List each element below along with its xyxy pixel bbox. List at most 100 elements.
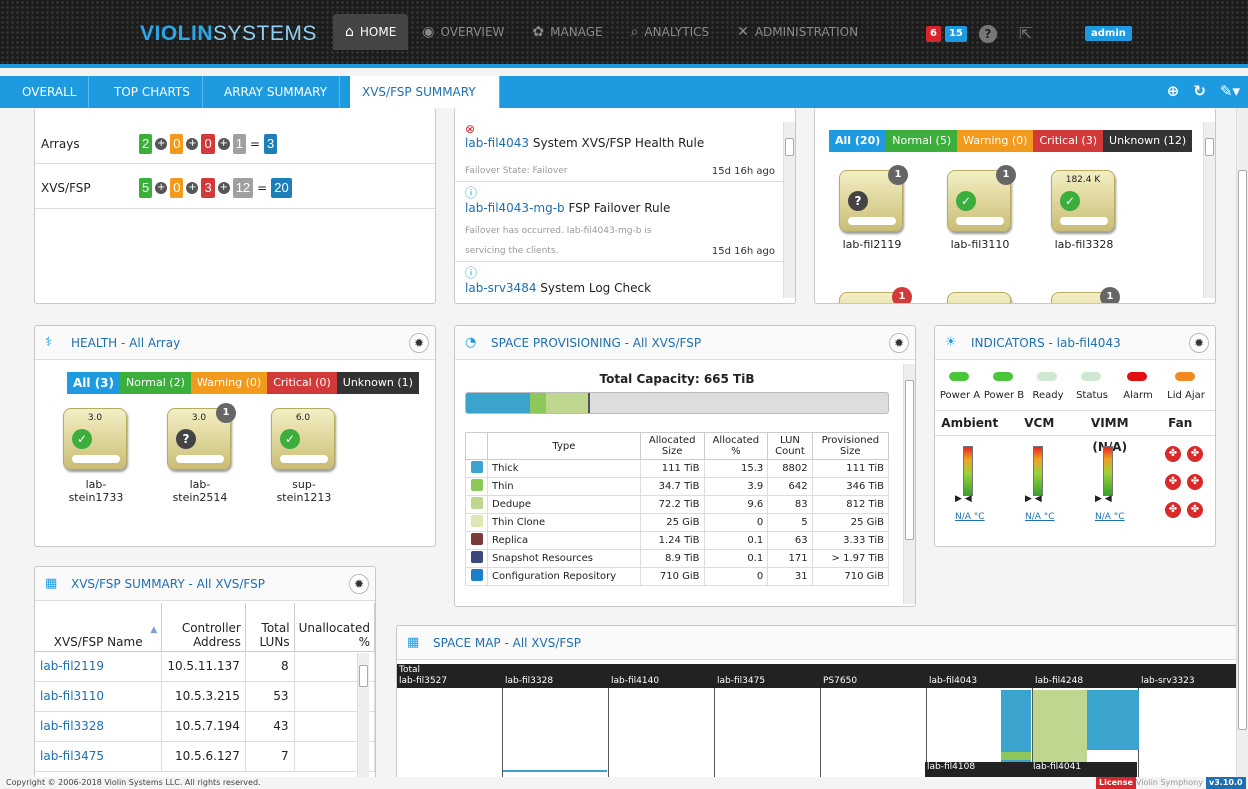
event-item[interactable]: ⊗ lab-fil4043 System XVS/FSP Health Rule [465, 122, 704, 150]
vimm-temp[interactable]: N/A °C [1095, 512, 1125, 522]
refresh-icon[interactable]: ↻ [1193, 82, 1206, 100]
add-icon[interactable]: ⊕ [1167, 82, 1180, 100]
map-column[interactable] [821, 688, 927, 779]
filter-warning[interactable]: Warning (0) [957, 130, 1034, 152]
map-column[interactable] [609, 688, 715, 779]
nav-overview[interactable]: ◉ OVERVIEW [408, 14, 518, 50]
gear-icon[interactable]: ✹ [349, 574, 369, 594]
col-allocated-size[interactable]: Allocated Size [639, 432, 705, 460]
map-block[interactable] [1001, 752, 1031, 760]
table-row[interactable]: Replica 1.24 TiB 0.1 63 3.33 TiB [465, 531, 890, 550]
col-provisioned-size[interactable]: Provisioned Size [811, 432, 890, 460]
col-unallocated[interactable]: Unallocated % [294, 603, 375, 652]
table-row[interactable]: Snapshot Resources 8.9 TiB 0.1 171 > 1.97 Ti… [465, 549, 890, 568]
page-scrollbar[interactable] [1236, 108, 1248, 777]
vcm-temp[interactable]: N/A °C [1025, 512, 1055, 522]
device-tile[interactable]: ✓ 1 [947, 165, 1016, 232]
col-xvs-name[interactable]: ▲ XVS/FSP Name [35, 603, 163, 652]
col-total-luns[interactable]: Total LUNs [245, 603, 295, 652]
scrollbar[interactable] [357, 653, 369, 779]
event-item[interactable]: ⓘ lab-srv3484 System Log Check [465, 264, 651, 295]
table-row[interactable]: lab-fil2119 10.5.11.137 8 [35, 651, 375, 682]
device-tile[interactable]: ? 1 [839, 165, 908, 232]
device-tile[interactable]: 1 [839, 287, 912, 303]
gear-icon[interactable]: ✹ [1189, 333, 1209, 353]
map-column[interactable] [1139, 688, 1245, 779]
map-block[interactable] [1087, 690, 1139, 750]
table-row[interactable]: Dedupe 72.2 TiB 9.6 83 812 TiB [465, 495, 890, 514]
col-controller-address[interactable]: Controller Address [161, 603, 246, 652]
device-tile[interactable]: 6.0 ✓ [271, 408, 335, 470]
gear-icon[interactable]: ✹ [889, 333, 909, 353]
count-critical[interactable]: 0 [201, 133, 215, 154]
nav-home[interactable]: ⌂ HOME [333, 14, 409, 50]
xvs-filter: All (20) Normal (5) Warning (0) Critical… [829, 130, 1193, 152]
ambient-temp[interactable]: N/A °C [955, 512, 985, 522]
xvs-link[interactable]: lab-fil3328 [40, 719, 104, 733]
map-column[interactable] [503, 688, 609, 779]
count-normal[interactable]: 2 [139, 133, 153, 154]
tab-array-summary[interactable]: ARRAY SUMMARY [212, 76, 341, 108]
nav-analytics[interactable]: ⌕ ANALYTICS [617, 14, 724, 50]
filter-warning[interactable]: Warning (0) [190, 372, 268, 394]
magic-wand-icon[interactable]: ✎▾ [1220, 82, 1240, 100]
device-tile[interactable]: 3.0? 1 [167, 403, 236, 470]
filter-all[interactable]: All (3) [67, 372, 121, 394]
tab-overall[interactable]: OVERALL [12, 76, 90, 108]
col-lun-count[interactable]: LUN Count [767, 432, 813, 460]
scrollbar[interactable] [1203, 122, 1215, 298]
filter-unknown[interactable]: Unknown (1) [336, 372, 419, 394]
nav-manage[interactable]: ✿ MANAGE [518, 14, 616, 50]
event-link[interactable]: lab-srv3484 [465, 281, 536, 295]
count-warning[interactable]: 0 [170, 133, 184, 154]
license-button[interactable]: License [1096, 777, 1136, 789]
col-type[interactable]: Type [487, 432, 641, 460]
scrollbar[interactable] [903, 364, 915, 604]
map-column[interactable] [397, 688, 503, 779]
count-total[interactable]: 3 [264, 133, 278, 154]
map-block[interactable] [503, 770, 607, 772]
table-row[interactable]: Thin 34.7 TiB 3.9 642 346 TiB [465, 477, 890, 496]
count-total[interactable]: 20 [271, 178, 292, 198]
event-link[interactable]: lab-fil4043-mg-b [465, 201, 565, 215]
count-normal[interactable]: 5 [139, 178, 153, 198]
filter-critical[interactable]: Critical (0) [267, 372, 337, 394]
col-allocated-pct[interactable]: Allocated% [703, 432, 769, 460]
device-tile[interactable]: 1 [1051, 287, 1120, 303]
device-tile[interactable] [947, 292, 1011, 303]
table-row[interactable]: lab-fil3110 10.5.3.215 53 [35, 681, 375, 712]
xvs-link[interactable]: lab-fil3110 [40, 689, 104, 703]
scrollbar[interactable] [783, 122, 795, 298]
xvs-link[interactable]: lab-fil3475 [40, 749, 104, 763]
device-tile[interactable]: 182.4 K ✓ [1051, 170, 1115, 232]
filter-critical[interactable]: Critical (3) [1033, 130, 1104, 152]
xvs-link[interactable]: lab-fil2119 [40, 659, 104, 673]
filter-unknown[interactable]: Unknown (12) [1103, 130, 1193, 152]
tab-xvs-fsp-summary[interactable]: XVS/FSP SUMMARY [350, 76, 500, 108]
table-row[interactable]: Configuration Repository 710 GiB 0 31 710 Gi… [465, 567, 890, 586]
table-row[interactable]: lab-fil3328 10.5.7.194 43 [35, 711, 375, 742]
tab-top-charts[interactable]: TOP CHARTS [102, 76, 203, 108]
alert-badge-blue[interactable]: 15 [944, 25, 967, 42]
table-row[interactable]: Thick 111 TiB 15.3 8802 111 TiB [465, 459, 890, 478]
count-critical[interactable]: 3 [201, 178, 215, 198]
nav-administration[interactable]: ✕ ADMINISTRATION [723, 14, 872, 50]
panel-title: HEALTH - All Array [71, 335, 181, 350]
gear-icon[interactable]: ✹ [409, 333, 429, 353]
map-column[interactable] [715, 688, 821, 779]
alert-badge-red[interactable]: 6 [926, 25, 941, 42]
filter-all[interactable]: All (20) [829, 130, 887, 152]
count-unknown[interactable]: 1 [232, 133, 246, 154]
filter-normal[interactable]: Normal (5) [886, 130, 958, 152]
table-row[interactable]: Thin Clone 25 GiB 0 5 25 GiB [465, 513, 890, 532]
user-button[interactable]: admin [1085, 26, 1132, 41]
help-icon[interactable]: ? [978, 24, 997, 43]
logout-icon[interactable]: ⇱ [1019, 24, 1032, 43]
count-warning[interactable]: 0 [170, 178, 184, 198]
filter-normal[interactable]: Normal (2) [120, 372, 191, 394]
device-tile[interactable]: 3.0 ✓ [63, 408, 127, 470]
table-row[interactable]: lab-fil3475 10.5.6.127 7 [35, 741, 375, 772]
count-unknown[interactable]: 12 [232, 178, 254, 198]
event-item[interactable]: ⓘ lab-fil4043-mg-b FSP Failover Rule [465, 184, 670, 215]
event-link[interactable]: lab-fil4043 [465, 136, 529, 150]
